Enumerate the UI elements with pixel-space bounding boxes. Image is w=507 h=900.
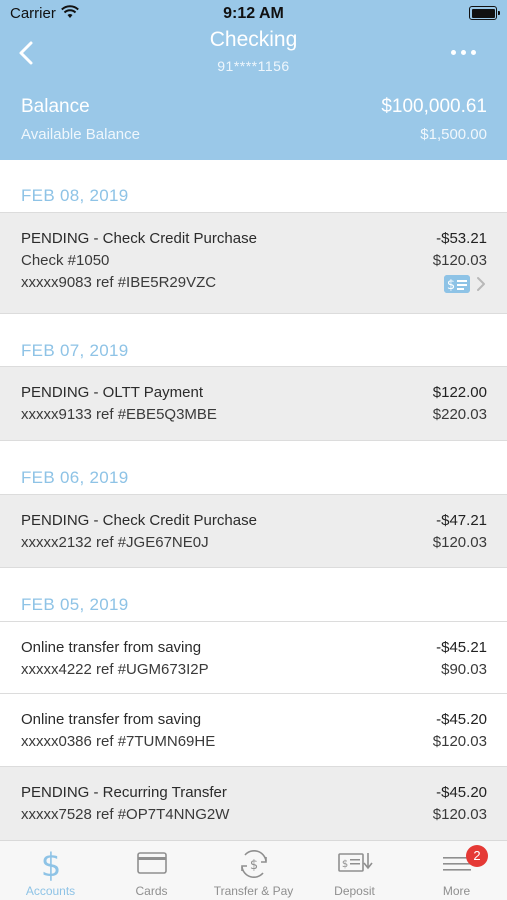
available-balance-value: $1,500.00 [420,126,487,143]
transaction-reference: xxxxx2132 ref #JGE67NE0J [21,534,209,551]
transaction-amount: -$53.21 [436,230,487,247]
transaction-row[interactable]: PENDING - Check Credit Purchase Check #1… [0,212,507,314]
transfer-icon: $ [240,849,267,879]
balance-label: Balance [21,96,90,117]
tab-bar: $ Accounts Cards $ Transfer & Pay $ Depo… [0,840,507,900]
transaction-reference: xxxxx4222 ref #UGM673I2P [21,661,209,678]
transaction-row[interactable]: Online transfer from saving xxxxx0386 re… [0,694,507,767]
svg-text:$: $ [341,859,347,870]
section-date: FEB 08, 2019 [21,186,129,205]
transaction-row[interactable]: Online transfer from saving xxxxx4222 re… [0,621,507,694]
transaction-running-balance: $120.03 [432,534,487,551]
section-date: FEB 07, 2019 [21,341,129,360]
check-image-icon[interactable]: $ [444,275,470,293]
transaction-reference: xxxxx9133 ref #EBE5Q3MBE [21,406,217,423]
tab-label: More [442,884,471,898]
chevron-right-icon [477,277,485,291]
svg-text:$: $ [249,858,257,873]
transaction-amount: -$45.20 [436,784,487,801]
page-title: Checking [209,28,298,51]
transaction-row[interactable]: PENDING - Recurring Transfer xxxxx7528 r… [0,767,507,841]
card-icon [136,852,167,874]
tab-more[interactable]: 2 More [406,841,507,900]
section-date: FEB 06, 2019 [21,468,129,487]
battery-icon [469,6,500,20]
transaction-title: Online transfer from saving [21,639,202,656]
more-options-icon[interactable] [451,48,479,58]
tab-label: Transfer & Pay [213,884,294,898]
status-time: 9:12 AM [223,5,284,22]
transaction-running-balance: $90.03 [441,661,487,678]
transaction-amount: -$45.20 [436,711,487,728]
status-bar: Carrier 9:12 AM [0,0,507,28]
transaction-amount: -$45.21 [436,639,487,656]
available-balance-label: Available Balance [21,126,140,143]
transaction-running-balance: $120.03 [432,806,487,823]
transaction-reference: xxxxx0386 ref #7TUMN69HE [21,733,216,750]
balance-value: $100,000.61 [381,96,487,117]
notification-badge: 2 [466,845,488,867]
account-header: Carrier 9:12 AM Checking 91****1156 Bala… [0,0,507,160]
transaction-amount: -$47.21 [436,512,487,529]
tab-label: Accounts [25,884,76,898]
transaction-check-number: Check #1050 [21,252,110,269]
transaction-running-balance: $120.03 [432,733,487,750]
tab-cards[interactable]: Cards [101,841,202,900]
transaction-title: PENDING - Check Credit Purchase [21,512,257,529]
tab-accounts[interactable]: $ Accounts [0,841,101,900]
deposit-icon: $ [337,853,373,872]
tab-deposit[interactable]: $ Deposit [304,841,405,900]
section-date: FEB 05, 2019 [21,595,129,614]
transaction-row[interactable]: PENDING - Check Credit Purchase xxxxx213… [0,494,507,568]
tab-label: Deposit [334,884,375,898]
account-number: 91****1156 [217,58,290,74]
transaction-reference: xxxxx7528 ref #OP7T4NNG2W [21,806,230,823]
transaction-title: Online transfer from saving [21,711,202,728]
transaction-running-balance: $220.03 [432,406,487,423]
tab-label: Cards [135,884,168,898]
svg-text:$: $ [40,847,60,881]
transaction-title: PENDING - OLTT Payment [21,384,203,401]
tab-transfer-pay[interactable]: $ Transfer & Pay [203,841,304,900]
svg-text:$: $ [447,278,455,293]
transaction-title: PENDING - Check Credit Purchase [21,230,257,247]
transaction-reference: xxxxx9083 ref #IBE5R29VZC [21,274,217,291]
dollar-icon: $ [40,847,60,881]
transaction-running-balance: $120.03 [432,252,487,269]
transaction-amount: $122.00 [432,384,487,401]
transaction-row[interactable]: PENDING - OLTT Payment xxxxx9133 ref #EB… [0,366,507,441]
transaction-title: PENDING - Recurring Transfer [21,784,227,801]
